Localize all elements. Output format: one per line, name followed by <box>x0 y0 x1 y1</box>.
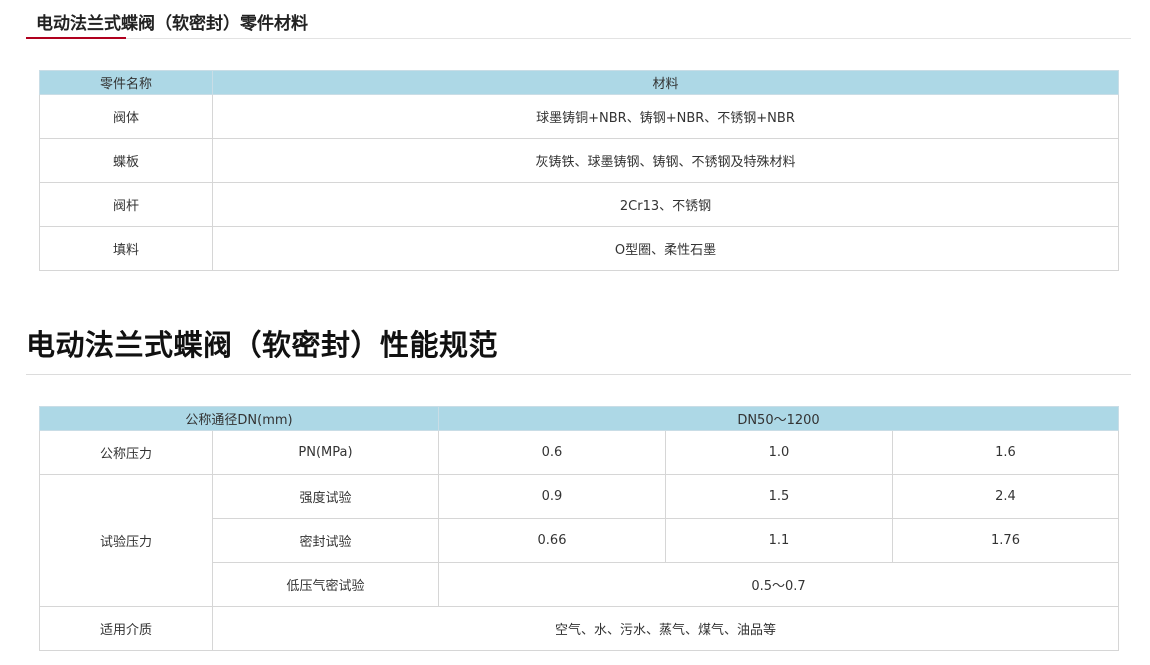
nominal-pressure-label: 公称压力 <box>39 430 213 475</box>
section-title-performance: 电动法兰式蝶阀（软密封）性能规范 <box>26 328 499 362</box>
pn-unit-label: PN(MPa) <box>212 430 439 475</box>
table-row: 公称压力 PN(MPa) 0.6 1.0 1.6 <box>39 430 1119 475</box>
value-cell: 0.66 <box>438 518 666 563</box>
value-cell: 0.5～0.7 <box>438 562 1119 607</box>
section-title-materials: 电动法兰式蝶阀（软密封）零件材料 <box>36 14 308 34</box>
value-cell: 1.1 <box>665 518 893 563</box>
material-cell: 球墨铸铜+NBR、铸钢+NBR、不锈钢+NBR <box>212 94 1119 139</box>
strength-test-label: 强度试验 <box>212 474 439 519</box>
table-row: 适用介质 空气、水、污水、蒸气、煤气、油品等 <box>39 606 1119 651</box>
material-cell: O型圈、柔性石墨 <box>212 226 1119 271</box>
performance-table: 公称通径DN(mm) DN50～1200 公称压力 PN(MPa) 0.6 1.… <box>39 406 1119 651</box>
seal-test-label: 密封试验 <box>212 518 439 563</box>
value-cell: 1.5 <box>665 474 893 519</box>
value-cell: 1.76 <box>892 518 1119 563</box>
value-cell: 1.0 <box>665 430 893 475</box>
section-header-materials: 电动法兰式蝶阀（软密封）零件材料 <box>26 0 1131 39</box>
part-name-cell: 填料 <box>39 226 213 271</box>
value-cell: 1.6 <box>892 430 1119 475</box>
header-nominal-diameter: 公称通径DN(mm) <box>39 406 439 431</box>
table-header-row: 零件名称 材料 <box>39 70 1119 95</box>
table-row: 试验压力 强度试验 0.9 1.5 2.4 <box>39 474 1119 607</box>
media-label: 适用介质 <box>39 606 213 651</box>
value-cell: 2.4 <box>892 474 1119 519</box>
value-cell: 0.9 <box>438 474 666 519</box>
part-name-cell: 阀体 <box>39 94 213 139</box>
test-pressure-label: 试验压力 <box>39 474 213 607</box>
part-name-cell: 蝶板 <box>39 138 213 183</box>
materials-table: 零件名称 材料 阀体 球墨铸铜+NBR、铸钢+NBR、不锈钢+NBR 蝶板 灰铸… <box>39 70 1119 271</box>
header-material: 材料 <box>212 70 1119 95</box>
material-cell: 灰铸铁、球墨铸钢、铸钢、不锈钢及特殊材料 <box>212 138 1119 183</box>
part-name-cell: 阀杆 <box>39 182 213 227</box>
value-cell: 0.6 <box>438 430 666 475</box>
media-value: 空气、水、污水、蒸气、煤气、油品等 <box>212 606 1119 651</box>
header-dn-range: DN50～1200 <box>438 406 1119 431</box>
header-part-name: 零件名称 <box>39 70 213 95</box>
table-header-row: 公称通径DN(mm) DN50～1200 <box>39 406 1119 431</box>
section-divider <box>26 374 1131 375</box>
low-pressure-gas-test-label: 低压气密试验 <box>212 562 439 607</box>
title-accent-underline <box>26 37 126 39</box>
material-cell: 2Cr13、不锈钢 <box>212 182 1119 227</box>
table-row: 蝶板 灰铸铁、球墨铸钢、铸钢、不锈钢及特殊材料 <box>39 138 1119 183</box>
table-row: 阀杆 2Cr13、不锈钢 <box>39 182 1119 227</box>
table-row: 阀体 球墨铸铜+NBR、铸钢+NBR、不锈钢+NBR <box>39 94 1119 139</box>
table-row: 填料 O型圈、柔性石墨 <box>39 226 1119 271</box>
